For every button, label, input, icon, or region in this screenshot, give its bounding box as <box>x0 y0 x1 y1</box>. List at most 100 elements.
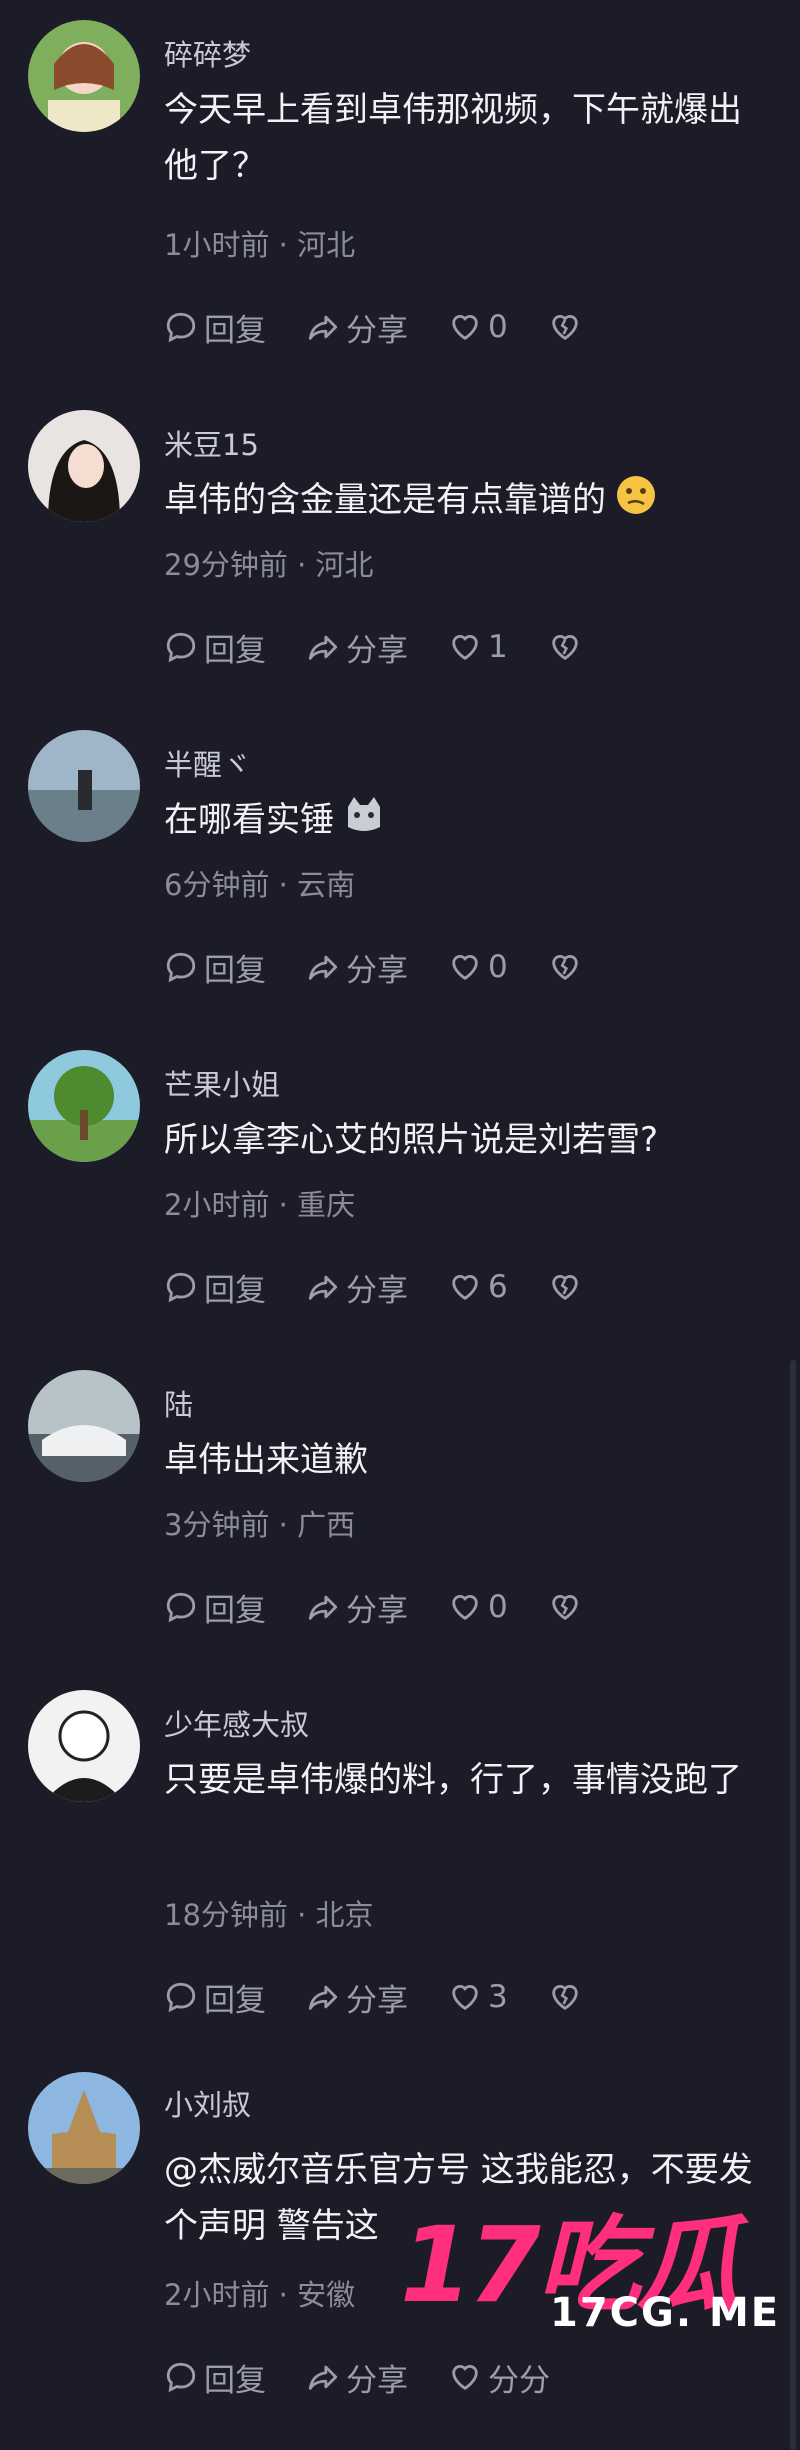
like-button[interactable]: 0 <box>448 1589 508 1625</box>
share-label: 分享 <box>346 1592 408 1629</box>
comment-meta: 6分钟前 · 云南 <box>164 868 356 902</box>
username[interactable]: 芒果小姐 <box>164 1062 280 1104</box>
dislike-button[interactable] <box>548 1980 588 2014</box>
comment-text: 所以拿李心艾的照片说是刘若雪? <box>164 1120 659 1160</box>
reply-label: 回复 <box>204 632 266 669</box>
like-count: 0 <box>488 949 508 985</box>
cat-face-icon <box>342 793 386 854</box>
watermark-site: 17CG. ME <box>550 2290 781 2336</box>
avatar[interactable] <box>28 1050 140 1162</box>
comment-actions: 回复 分享 分分 <box>164 2355 590 2399</box>
reply-button[interactable]: 回复 <box>164 1975 266 2020</box>
share-button[interactable]: 分享 <box>306 1265 408 1310</box>
like-button[interactable]: 分分 <box>448 2355 550 2400</box>
comment-meta: 2小时前 · 重庆 <box>164 1188 356 1222</box>
avatar[interactable] <box>28 1690 140 1802</box>
comment-actions: 回复 分享 0 <box>164 945 588 989</box>
dislike-button[interactable] <box>548 1590 588 1624</box>
username[interactable]: 小刘叔 <box>164 2082 251 2124</box>
watermark-logo: 17吃瓜 17CG. ME <box>400 2180 800 2350</box>
avatar[interactable] <box>28 1370 140 1482</box>
reply-button[interactable]: 回复 <box>164 625 266 670</box>
reply-button[interactable]: 回复 <box>164 1265 266 1310</box>
like-count: 0 <box>488 1589 508 1625</box>
share-button[interactable]: 分享 <box>306 305 408 350</box>
reply-label: 回复 <box>204 2362 266 2399</box>
like-button[interactable]: 0 <box>448 309 508 345</box>
avatar[interactable] <box>28 20 140 132</box>
broken-heart-icon <box>551 1595 578 1621</box>
dislike-button[interactable] <box>548 310 588 344</box>
share-icon <box>308 2365 338 2390</box>
heart-icon <box>452 1985 478 2011</box>
heart-icon <box>452 635 478 661</box>
comment-text: 只要是卓伟爆的料，行了，事情没跑了 <box>164 1760 742 1800</box>
username[interactable]: 陆 <box>164 1382 193 1424</box>
comment-meta: 3分钟前 · 广西 <box>164 1508 356 1542</box>
share-icon <box>308 1275 338 1300</box>
reply-button[interactable]: 回复 <box>164 2355 266 2400</box>
reply-label: 回复 <box>204 312 266 349</box>
username[interactable]: 少年感大叔 <box>164 1702 309 1744</box>
share-icon <box>308 635 338 660</box>
share-label: 分享 <box>346 632 408 669</box>
dislike-button[interactable] <box>548 630 588 664</box>
reply-button[interactable]: 回复 <box>164 1585 266 1630</box>
heart-icon <box>452 1595 478 1621</box>
like-button[interactable]: 1 <box>448 629 508 665</box>
reply-icon <box>166 632 196 663</box>
share-button[interactable]: 分享 <box>306 945 408 990</box>
reply-icon <box>166 1592 196 1623</box>
like-count: 3 <box>488 1979 508 2015</box>
comment-text: 卓伟的含金量还是有点靠谱的 <box>164 472 764 534</box>
like-button[interactable]: 6 <box>448 1269 508 1305</box>
share-button[interactable]: 分享 <box>306 1585 408 1630</box>
share-label: 分享 <box>346 1982 408 2019</box>
share-button[interactable]: 分享 <box>306 625 408 670</box>
dislike-button[interactable] <box>548 1270 588 1304</box>
reply-label: 回复 <box>204 952 266 989</box>
like-button[interactable]: 0 <box>448 949 508 985</box>
comment-text: 卓伟出来道歉 <box>164 1440 368 1480</box>
reply-icon <box>166 312 196 343</box>
share-label: 分享 <box>346 312 408 349</box>
share-label: 分享 <box>346 1272 408 1309</box>
share-label: 分享 <box>346 952 408 989</box>
share-icon <box>308 315 338 340</box>
heart-icon <box>452 315 478 341</box>
heart-icon <box>452 1275 478 1301</box>
share-button[interactable]: 分享 <box>306 1975 408 2020</box>
thinking-face-icon <box>614 473 658 534</box>
broken-heart-icon <box>551 635 578 661</box>
avatar[interactable] <box>28 730 140 842</box>
share-button[interactable]: 分享 <box>306 2355 408 2400</box>
share-icon <box>308 1595 338 1620</box>
like-button[interactable]: 3 <box>448 1979 508 2015</box>
comment-text: 今天早上看到卓伟那视频，下午就爆出他了？ <box>164 90 742 186</box>
comment-meta: 29分钟前 · 河北 <box>164 548 374 582</box>
broken-heart-icon <box>551 1985 578 2011</box>
username[interactable]: 米豆15 <box>164 422 259 464</box>
reply-icon <box>166 952 196 983</box>
comment-meta: 18分钟前 · 北京 <box>164 1898 374 1932</box>
avatar[interactable] <box>28 410 140 522</box>
share-icon <box>308 955 338 980</box>
reply-button[interactable]: 回复 <box>164 305 266 350</box>
avatar[interactable] <box>28 2072 140 2184</box>
reply-icon <box>166 2362 196 2393</box>
broken-heart-icon <box>551 315 578 341</box>
reply-label: 回复 <box>204 1272 266 1309</box>
like-count: 分分 <box>488 2362 550 2399</box>
broken-heart-icon <box>551 1275 578 1301</box>
reply-button[interactable]: 回复 <box>164 945 266 990</box>
reply-label: 回复 <box>204 1982 266 2019</box>
like-count: 6 <box>488 1269 508 1305</box>
comment-actions: 回复 分享 1 <box>164 625 588 669</box>
share-icon <box>308 1985 338 2010</box>
comment-meta: 2小时前 · 安徽 <box>164 2278 356 2312</box>
dislike-button[interactable] <box>548 950 588 984</box>
username[interactable]: 半醒ヾ <box>164 742 251 784</box>
comment-actions: 回复 分享 0 <box>164 305 588 349</box>
username[interactable]: 碎碎梦 <box>164 32 251 74</box>
comment-meta: 1小时前 · 河北 <box>164 228 356 262</box>
